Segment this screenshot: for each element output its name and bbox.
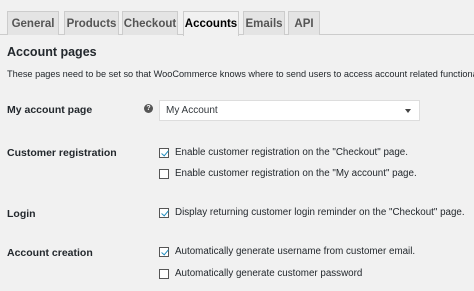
generate-password-checkbox[interactable]: Automatically generate customer password — [159, 268, 362, 279]
checkbox-label: Automatically generate username from cus… — [175, 246, 416, 257]
my-account-page-label: My account page — [7, 104, 93, 116]
tab-api[interactable]: API — [288, 11, 320, 35]
section-description: These pages need to be set so that WooCo… — [7, 69, 474, 79]
checkbox-unchecked[interactable] — [159, 168, 169, 179]
settings-tab-bar: General Products Checkout Accounts Email… — [0, 0, 474, 36]
checkbox-label: Enable customer registration on the "Che… — [175, 147, 408, 158]
checkbox-label: Automatically generate customer password — [175, 268, 363, 279]
account-creation-label: Account creation — [7, 247, 93, 259]
checkbox-checked[interactable] — [159, 207, 169, 218]
checkbox-label: Display returning customer login reminde… — [175, 207, 465, 218]
checkbox-unchecked[interactable] — [159, 268, 169, 279]
checkbox-checked[interactable] — [159, 246, 169, 257]
checkout-registration-checkbox[interactable]: Enable customer registration on the "Che… — [159, 147, 408, 158]
my-account-page-select[interactable]: My Account — [159, 100, 420, 121]
my-account-page-selected-value: My Account — [166, 105, 218, 116]
login-reminder-checkbox[interactable]: Display returning customer login reminde… — [159, 207, 465, 218]
my-account-registration-checkbox[interactable]: Enable customer registration on the "My … — [159, 168, 417, 179]
tab-products[interactable]: Products — [64, 11, 119, 35]
checkbox-label: Enable customer registration on the "My … — [175, 168, 417, 179]
generate-username-checkbox[interactable]: Automatically generate username from cus… — [159, 246, 415, 257]
checkbox-checked[interactable] — [159, 147, 169, 158]
tab-checkout[interactable]: Checkout — [122, 11, 178, 35]
section-title: Account pages — [7, 45, 97, 59]
tab-accounts[interactable]: Accounts — [183, 11, 239, 36]
tab-general[interactable]: General — [7, 11, 59, 35]
tab-emails[interactable]: Emails — [243, 11, 285, 35]
help-icon[interactable]: ? — [144, 104, 153, 113]
login-label: Login — [7, 208, 36, 220]
chevron-down-icon — [405, 109, 411, 113]
customer-registration-label: Customer registration — [7, 147, 117, 159]
